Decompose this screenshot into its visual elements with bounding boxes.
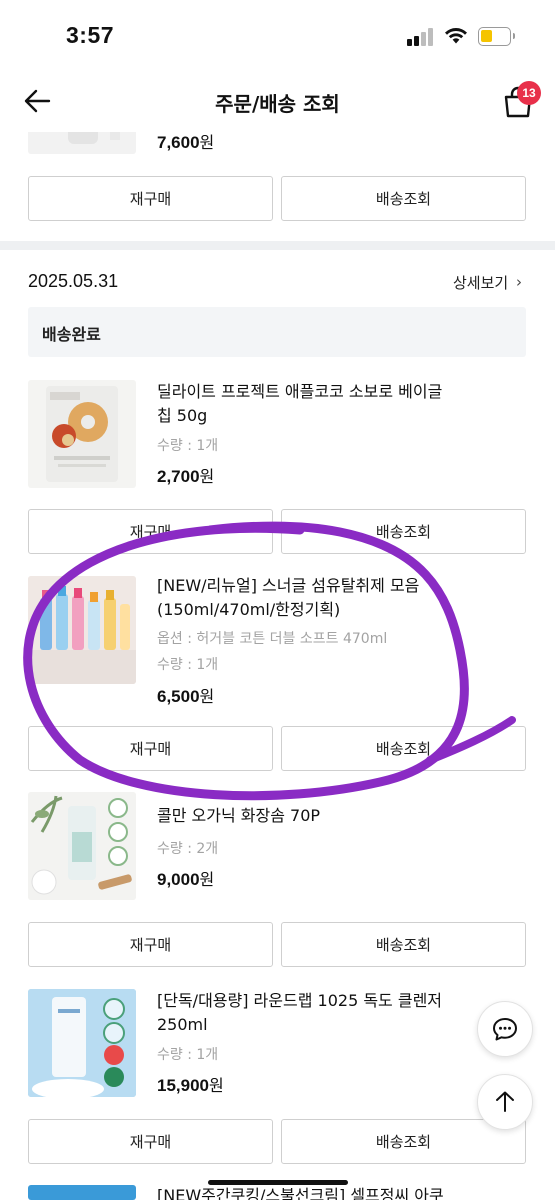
reorder-button[interactable]: 재구매 [28,922,273,967]
chat-button[interactable] [477,1001,533,1057]
top-header: 주문/배송 조회 [0,70,555,132]
chevron-right-icon: › [516,273,522,291]
delivery-status-box: 배송완료 [28,307,526,357]
page-title: 주문/배송 조회 [215,92,340,116]
cellular-signal-icon [407,28,435,46]
reorder-button[interactable]: 재구매 [28,1119,273,1164]
product-thumbnail[interactable] [28,989,136,1097]
order-date: 2025.05.31 [28,271,119,291]
product-name[interactable]: [NEW주간쿠킹/스불선크림] 셀프정씨 아쿠 [157,1184,517,1200]
status-time: 3:57 [66,22,115,48]
product-name[interactable]: 딜라이트 프로젝트 애플코코 소보로 베이글 칩 50g [157,380,517,428]
cart-count-badge: 13 [517,81,541,105]
product-price: 2,700원 [157,467,215,486]
status-bar: 3:57 [0,0,555,70]
product-quantity: 수량 : 1개 [157,657,219,673]
product-price: 7,600원 [157,133,215,152]
product-quantity: 수량 : 2개 [157,841,219,857]
arrow-up-icon [496,1091,514,1112]
product-price: 6,500원 [157,687,215,706]
product-thumbnail[interactable] [28,792,136,900]
product-name[interactable]: [단독/대용량] 라운드랩 1025 독도 클렌저 250ml [157,989,517,1037]
reorder-button[interactable]: 재구매 [28,509,273,554]
product-price: 9,000원 [157,870,215,889]
delivery-status: 배송완료 [42,325,101,344]
product-name[interactable]: [NEW/리뉴얼] 스너글 섬유탈취제 모음 (150ml/470ml/한정기획… [157,574,517,622]
scroll-to-top-button[interactable] [477,1074,533,1130]
reorder-button[interactable]: 재구매 [28,176,273,221]
product-thumbnail[interactable] [28,1185,136,1200]
product-quantity: 수량 : 1개 [157,438,219,454]
home-indicator [208,1180,348,1185]
track-delivery-button[interactable]: 배송조회 [281,509,526,554]
product-name[interactable]: 콜만 오가닉 화장솜 70P [157,804,517,828]
track-delivery-button[interactable]: 배송조회 [281,176,526,221]
product-thumbnail[interactable] [28,380,136,488]
product-price: 15,900원 [157,1076,224,1095]
track-delivery-button[interactable]: 배송조회 [281,726,526,771]
product-option: 옵션 : 허거블 코튼 더블 소프트 470ml [157,631,388,647]
product-thumbnail[interactable] [28,576,136,684]
reorder-button[interactable]: 재구매 [28,726,273,771]
track-delivery-button[interactable]: 배송조회 [281,922,526,967]
section-divider [0,241,555,250]
wifi-icon [445,28,467,44]
chat-icon [493,1018,517,1041]
battery-icon [478,27,515,46]
order-detail-link[interactable]: 상세보기 [453,272,508,293]
product-quantity: 수량 : 1개 [157,1047,219,1063]
